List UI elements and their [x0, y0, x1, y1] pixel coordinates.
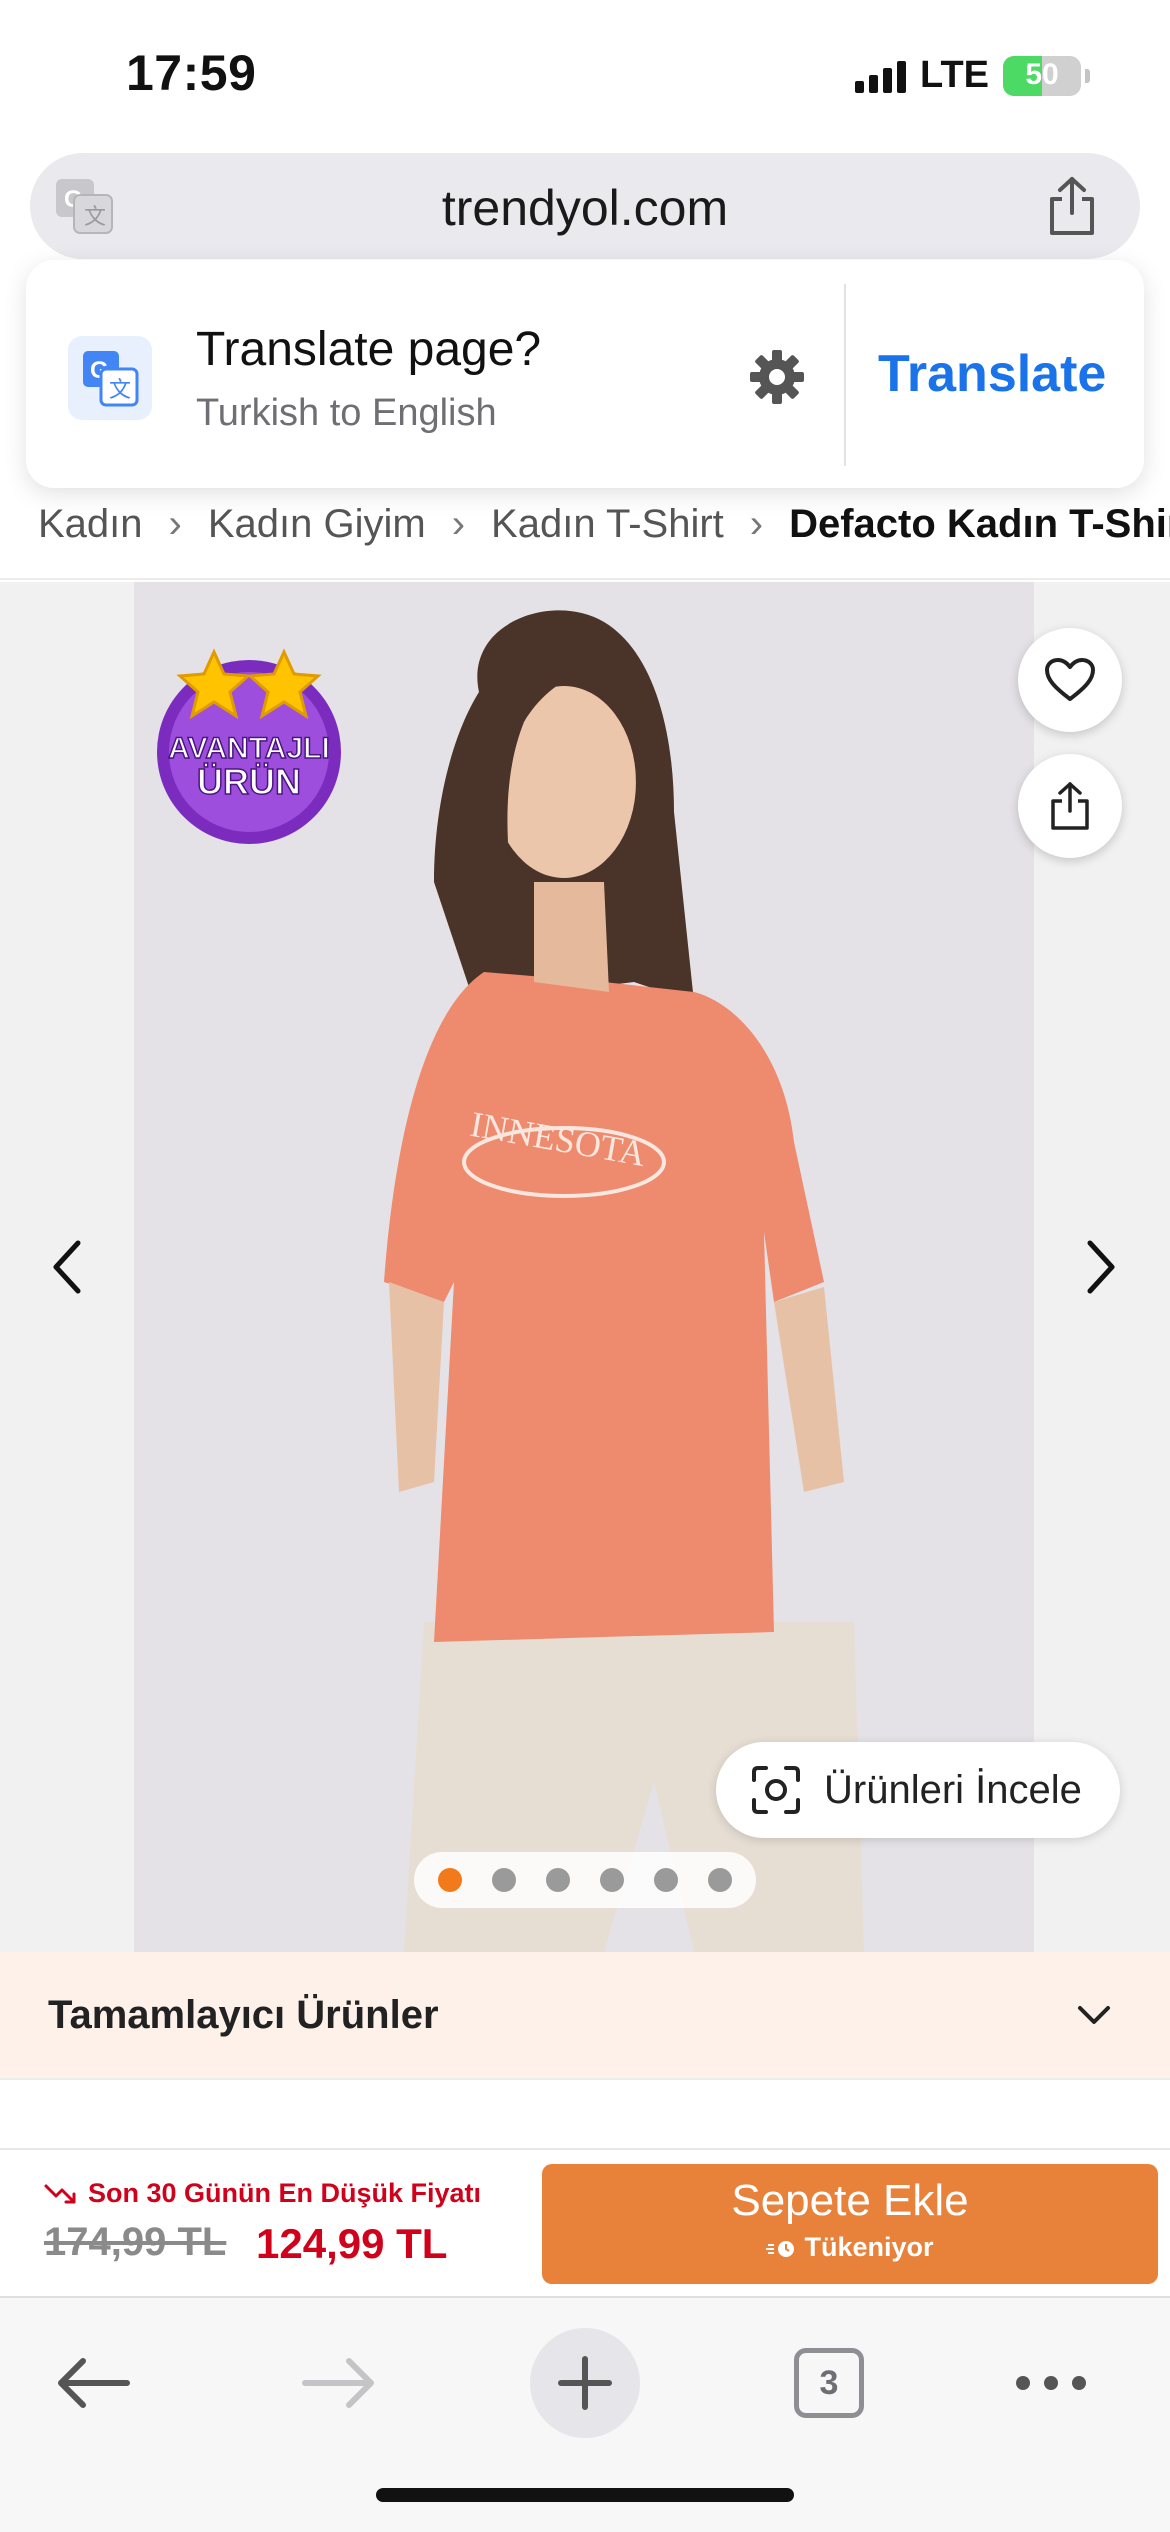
favorite-button[interactable]: [1018, 628, 1122, 732]
translate-title: Translate page?: [196, 323, 542, 376]
add-to-cart-label: Sepete Ekle: [731, 2176, 969, 2225]
section-divider: [0, 2082, 1170, 2150]
status-bar: 17:59 LTE 50: [0, 0, 1170, 150]
status-time: 17:59: [126, 45, 257, 101]
arrow-left-icon: [58, 2358, 130, 2408]
chevron-right-icon: [1087, 1240, 1115, 1294]
complementary-products-section[interactable]: Tamamlayıcı Ürünler: [0, 1952, 1170, 2080]
heart-icon: [1045, 658, 1095, 701]
status-indicators: LTE 50: [855, 54, 1090, 97]
chevron-right-icon: ›: [451, 501, 466, 546]
review-products-button[interactable]: Ürünleri İncele: [716, 1742, 1120, 1838]
pagination-dot[interactable]: [546, 1868, 570, 1892]
translate-button[interactable]: Translate: [878, 344, 1106, 404]
svg-text:文: 文: [109, 378, 131, 403]
back-button[interactable]: [28, 2318, 158, 2448]
url-text: trendyol.com: [441, 180, 729, 236]
breadcrumb-item-current: Defacto Kadın T-Shirt: [789, 501, 1170, 546]
chevron-left-icon: [53, 1240, 81, 1294]
breadcrumb-item-kadin[interactable]: Kadın: [38, 502, 143, 547]
more-button[interactable]: [986, 2318, 1116, 2448]
share-icon[interactable]: [1044, 175, 1100, 237]
tab-count: 3: [794, 2348, 864, 2418]
chevron-right-icon: ›: [168, 501, 182, 546]
breadcrumb: Kadın › Kadın Giyim › Kadın T-Shirt › De…: [0, 470, 1170, 580]
stock-status-label: Tükeniyor: [804, 2232, 934, 2262]
network-type: LTE: [920, 54, 989, 96]
signal-icon: [855, 59, 907, 93]
trend-down-icon: [44, 2184, 76, 2203]
new-tab-button[interactable]: [520, 2318, 650, 2448]
battery-cap: [1085, 68, 1090, 83]
battery-icon: 50: [1003, 55, 1081, 96]
stock-status: Tükeniyor: [542, 2232, 1158, 2263]
product-gallery[interactable]: INNESOTA AVANTAJLI ÜRÜN Ürünleri İncele: [0, 582, 1170, 1952]
avantajli-urun-badge: AVANTAJLI ÜRÜN: [157, 648, 341, 844]
battery-percent: 50: [1025, 57, 1059, 91]
scan-camera-icon: [752, 1766, 800, 1814]
address-bar[interactable]: G 文 trendyol.com: [30, 153, 1140, 259]
review-products-label: Ürünleri İncele: [824, 1767, 1082, 1812]
share-product-button[interactable]: [1018, 754, 1122, 858]
pagination-dot[interactable]: [708, 1868, 732, 1892]
google-translate-icon: G 文: [68, 336, 152, 420]
complementary-products-label: Tamamlayıcı Ürünler: [48, 1992, 439, 2037]
clock-fast-icon: [766, 2240, 795, 2257]
share-icon: [1051, 782, 1089, 830]
svg-text:ÜRÜN: ÜRÜN: [197, 761, 301, 802]
pagination-dot[interactable]: [600, 1868, 624, 1892]
breadcrumb-item-kadin-giyim[interactable]: Kadın Giyim: [208, 502, 426, 547]
gear-icon[interactable]: [746, 346, 808, 408]
lowest-price-text: Son 30 Günün En Düşük Fiyatı: [88, 2178, 482, 2208]
arrow-right-icon: [302, 2358, 374, 2408]
next-image-button[interactable]: [1066, 1222, 1136, 1312]
chevron-right-icon: ›: [749, 501, 764, 546]
pagination-dot[interactable]: [492, 1868, 516, 1892]
pagination-dot[interactable]: [438, 1868, 462, 1892]
translate-popup: G 文 Translate page? Turkish to English T…: [26, 260, 1144, 488]
previous-image-button[interactable]: [32, 1222, 102, 1312]
image-pagination-dots[interactable]: [414, 1852, 756, 1908]
plus-icon: [558, 2356, 612, 2410]
forward-button[interactable]: [274, 2318, 404, 2448]
popup-divider: [844, 284, 846, 466]
add-to-cart-button[interactable]: Sepete Ekle Tükeniyor: [542, 2164, 1158, 2284]
breadcrumb-item-kadin-tshirt[interactable]: Kadın T-Shirt: [491, 502, 724, 547]
pagination-dot[interactable]: [654, 1868, 678, 1892]
lowest-price-note: Son 30 Günün En Düşük Fiyatı: [44, 2178, 481, 2209]
more-dots-icon: [1016, 2376, 1086, 2390]
chevron-down-icon: [1078, 2006, 1110, 2024]
tabs-button[interactable]: 3: [764, 2318, 894, 2448]
purchase-bar: Son 30 Günün En Düşük Fiyatı 174,99 TL 1…: [0, 2152, 1170, 2294]
current-price: 124,99 TL: [256, 2220, 448, 2267]
home-indicator: [376, 2488, 794, 2502]
old-price: 174,99 TL: [44, 2220, 227, 2264]
translate-subtitle: Turkish to English: [196, 392, 497, 434]
